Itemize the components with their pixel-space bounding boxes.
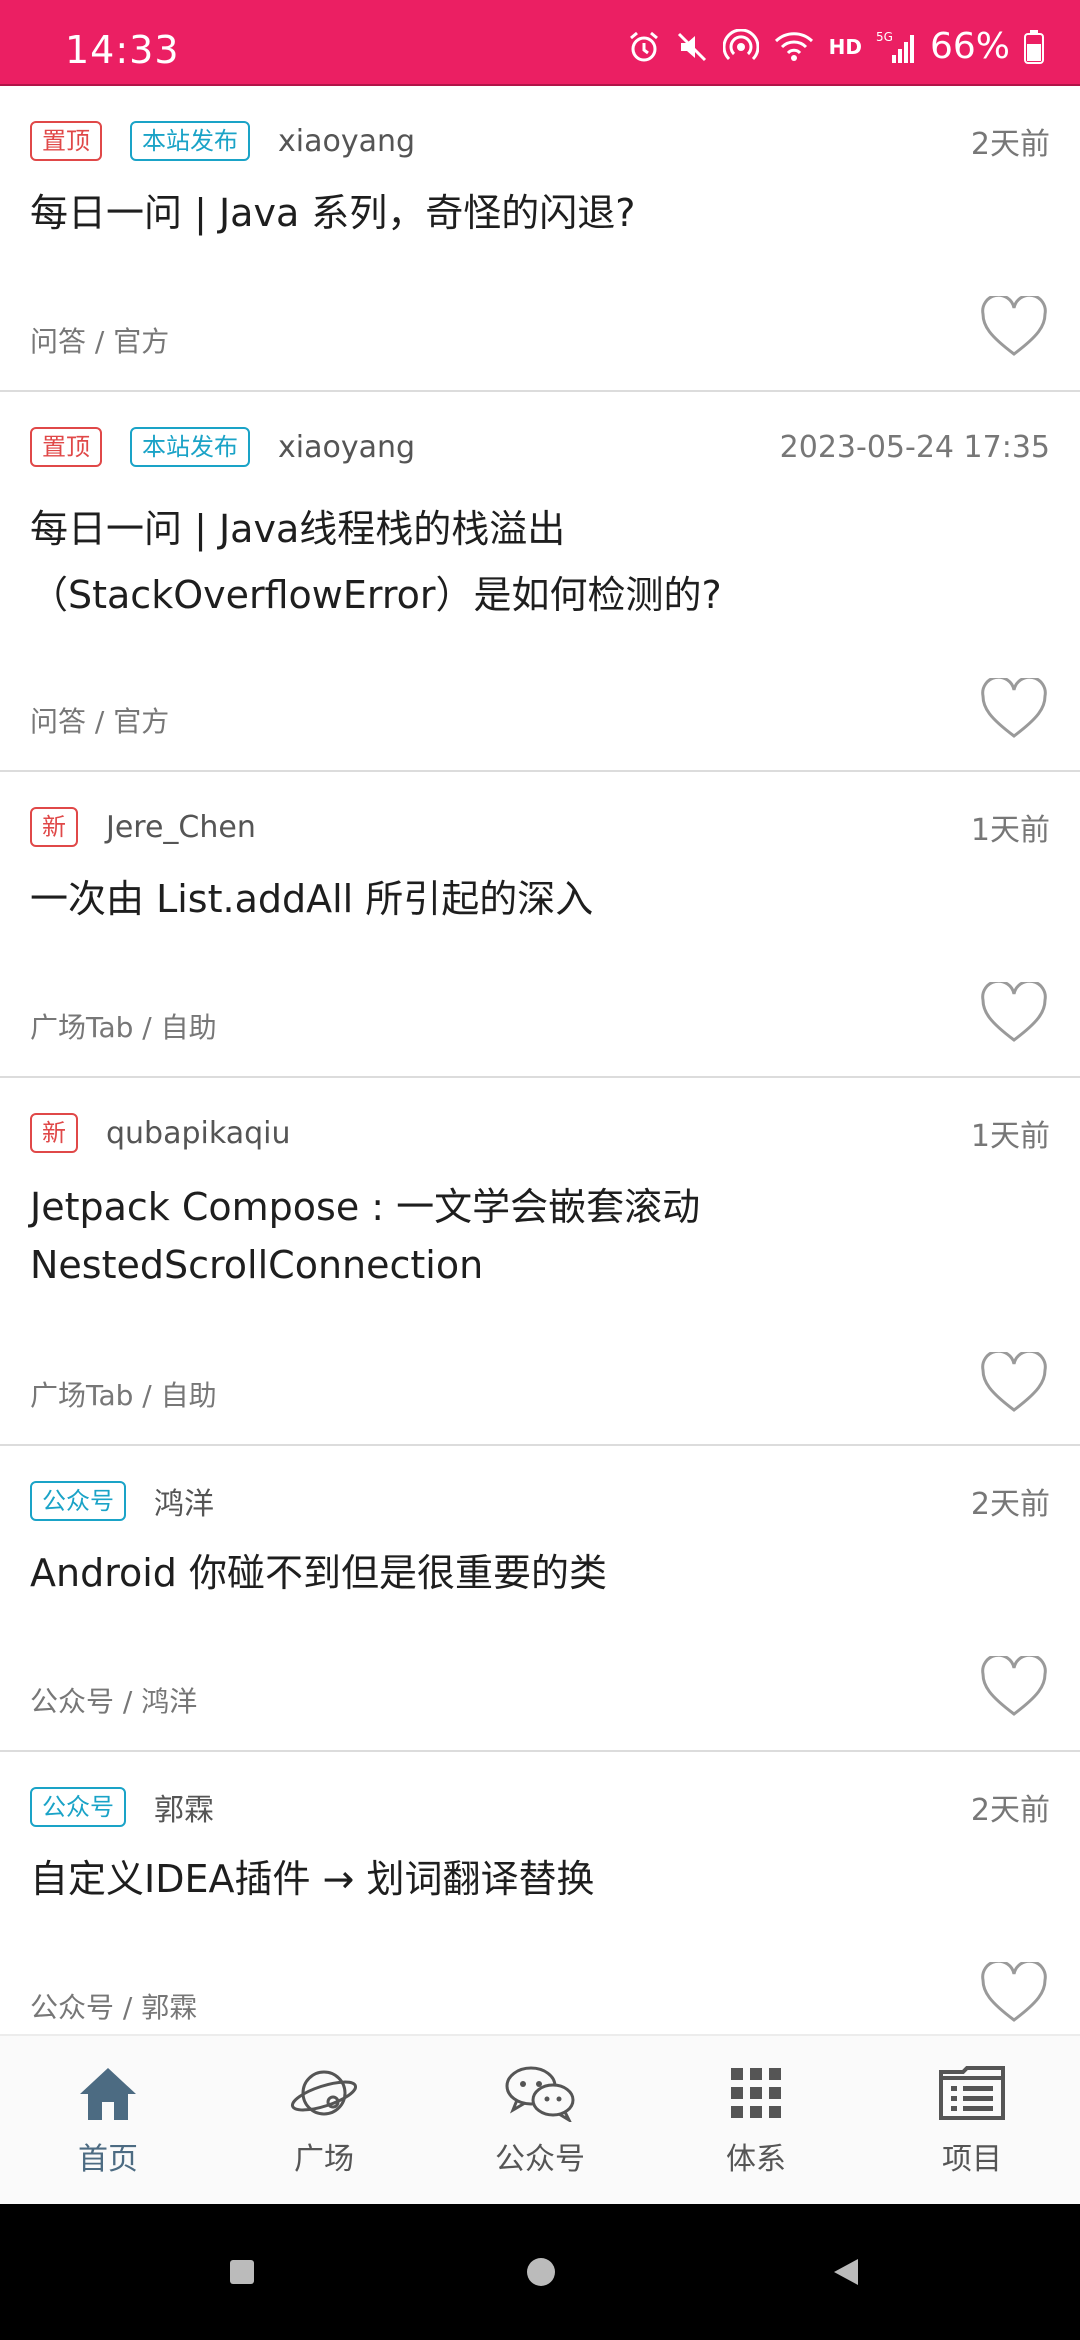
tag-site-post: 本站发布 <box>130 426 250 468</box>
article-author[interactable]: 鸿洋 <box>154 1479 214 1523</box>
tag-official-account: 公众号 <box>30 1480 126 1522</box>
planet-icon <box>290 2070 358 2116</box>
article-author[interactable]: xiaoyang <box>278 430 415 465</box>
article-feed[interactable]: 置顶 本站发布 xiaoyang 2天前 每日一问 | Java 系列，奇怪的闪… <box>0 86 1080 2034</box>
nav-system[interactable]: 体系 <box>648 2036 864 2206</box>
nav-official-accounts-label: 公众号 <box>495 2142 585 2177</box>
article-card[interactable]: 置顶 本站发布 xiaoyang 2天前 每日一问 | Java 系列，奇怪的闪… <box>0 86 1080 392</box>
tag-new: 新 <box>30 806 78 848</box>
article-title[interactable]: 每日一问 | Java 系列，奇怪的闪退? <box>30 184 1040 242</box>
article-author[interactable]: xiaoyang <box>278 124 415 159</box>
heart-icon[interactable] <box>980 296 1048 358</box>
article-header: 新 qubapikaqiu 1天前 <box>30 1108 1050 1158</box>
article-card[interactable]: 新 Jere_Chen 1天前 一次由 List.addAll 所引起的深入 广… <box>0 772 1080 1078</box>
nav-projects-label: 项目 <box>942 2142 1002 2177</box>
article-title[interactable]: Jetpack Compose : 一文学会嵌套滚动NestedScrollCo… <box>30 1178 780 1294</box>
article-category[interactable]: 问答 / 官方 <box>30 320 169 360</box>
nav-square-label: 广场 <box>294 2142 354 2177</box>
article-title[interactable]: Android 你碰不到但是很重要的类 <box>30 1544 1040 1602</box>
article-time: 2天前 <box>970 127 1050 162</box>
heart-icon[interactable] <box>980 678 1048 740</box>
article-card[interactable]: 公众号 郭霖 2天前 自定义IDEA插件 → 划词翻译替换 公众号 / 郭霖 <box>0 1752 1080 2034</box>
article-header: 公众号 鸿洋 2天前 <box>30 1476 1050 1526</box>
mute-icon <box>677 32 706 61</box>
tag-pinned: 置顶 <box>30 120 102 162</box>
tag-official-account: 公众号 <box>30 1786 126 1828</box>
article-card[interactable]: 置顶 本站发布 xiaoyang 2023-05-24 17:35 每日一问 |… <box>0 392 1080 772</box>
tag-new: 新 <box>30 1112 78 1154</box>
article-time: 2天前 <box>970 1793 1050 1828</box>
article-time: 2天前 <box>970 1487 1050 1522</box>
heart-icon[interactable] <box>980 1962 1048 2024</box>
battery-percentage: 66% <box>929 26 1010 67</box>
nav-projects[interactable]: 项目 <box>864 2036 1080 2206</box>
article-category[interactable]: 公众号 / 鸿洋 <box>30 1680 197 1720</box>
article-category[interactable]: 公众号 / 郭霖 <box>30 1986 197 2026</box>
tag-site-post: 本站发布 <box>130 120 250 162</box>
article-title[interactable]: 一次由 List.addAll 所引起的深入 <box>30 870 1040 928</box>
article-title[interactable]: 自定义IDEA插件 → 划词翻译替换 <box>30 1850 1040 1908</box>
grid-icon <box>731 2068 781 2118</box>
svg-text:5G: 5G <box>876 30 893 44</box>
status-icons: HD 5G 66% <box>627 26 1044 67</box>
heart-icon[interactable] <box>980 982 1048 1044</box>
nav-system-label: 体系 <box>726 2142 786 2177</box>
article-time: 1天前 <box>970 813 1050 848</box>
nav-official-accounts[interactable]: 公众号 <box>432 2036 648 2206</box>
home-icon <box>80 2068 136 2120</box>
signal-icon: 5G <box>876 30 914 63</box>
article-header: 新 Jere_Chen 1天前 <box>30 802 1050 852</box>
article-time: 2023-05-24 17:35 <box>779 429 1050 465</box>
article-time: 1天前 <box>970 1119 1050 1154</box>
wechat-icon <box>505 2066 575 2122</box>
status-bar: 14:33 HD 5G 66% <box>0 0 1080 84</box>
article-header: 公众号 郭霖 2天前 <box>30 1782 1050 1832</box>
bottom-navigation: 首页 广场 公众号 体系 项目 <box>0 2034 1080 2206</box>
alarm-icon <box>629 31 658 61</box>
article-author[interactable]: Jere_Chen <box>106 810 256 845</box>
heart-icon[interactable] <box>980 1352 1048 1414</box>
home-button-icon[interactable] <box>526 2257 556 2287</box>
nav-square[interactable]: 广场 <box>216 2036 432 2206</box>
article-card[interactable]: 公众号 鸿洋 2天前 Android 你碰不到但是很重要的类 公众号 / 鸿洋 <box>0 1446 1080 1752</box>
back-button-icon[interactable] <box>832 2257 860 2287</box>
article-category[interactable]: 广场Tab / 自助 <box>30 1006 217 1046</box>
tag-pinned: 置顶 <box>30 426 102 468</box>
network-hd-label: HD <box>828 34 862 59</box>
article-title[interactable]: 每日一问 | Java线程栈的栈溢出（StackOverflowError）是如… <box>30 496 910 628</box>
wifi-icon <box>774 31 813 61</box>
article-card[interactable]: 新 qubapikaqiu 1天前 Jetpack Compose : 一文学会… <box>0 1078 1080 1446</box>
recents-button-icon[interactable] <box>228 2258 256 2286</box>
article-header: 置顶 本站发布 xiaoyang 2023-05-24 17:35 <box>30 422 1050 472</box>
nav-home-label: 首页 <box>78 2142 138 2177</box>
battery-icon <box>1024 29 1044 64</box>
hotspot-icon <box>722 28 759 60</box>
nav-home[interactable]: 首页 <box>0 2036 216 2206</box>
heart-icon[interactable] <box>980 1656 1048 1718</box>
system-navigation-bar <box>0 2204 1080 2340</box>
article-header: 置顶 本站发布 xiaoyang 2天前 <box>30 116 1050 166</box>
article-category[interactable]: 问答 / 官方 <box>30 700 169 740</box>
article-author[interactable]: 郭霖 <box>154 1785 214 1829</box>
article-author[interactable]: qubapikaqiu <box>106 1116 290 1151</box>
status-time: 14:33 <box>65 28 180 72</box>
folder-list-icon <box>939 2066 1005 2120</box>
article-category[interactable]: 广场Tab / 自助 <box>30 1374 217 1414</box>
